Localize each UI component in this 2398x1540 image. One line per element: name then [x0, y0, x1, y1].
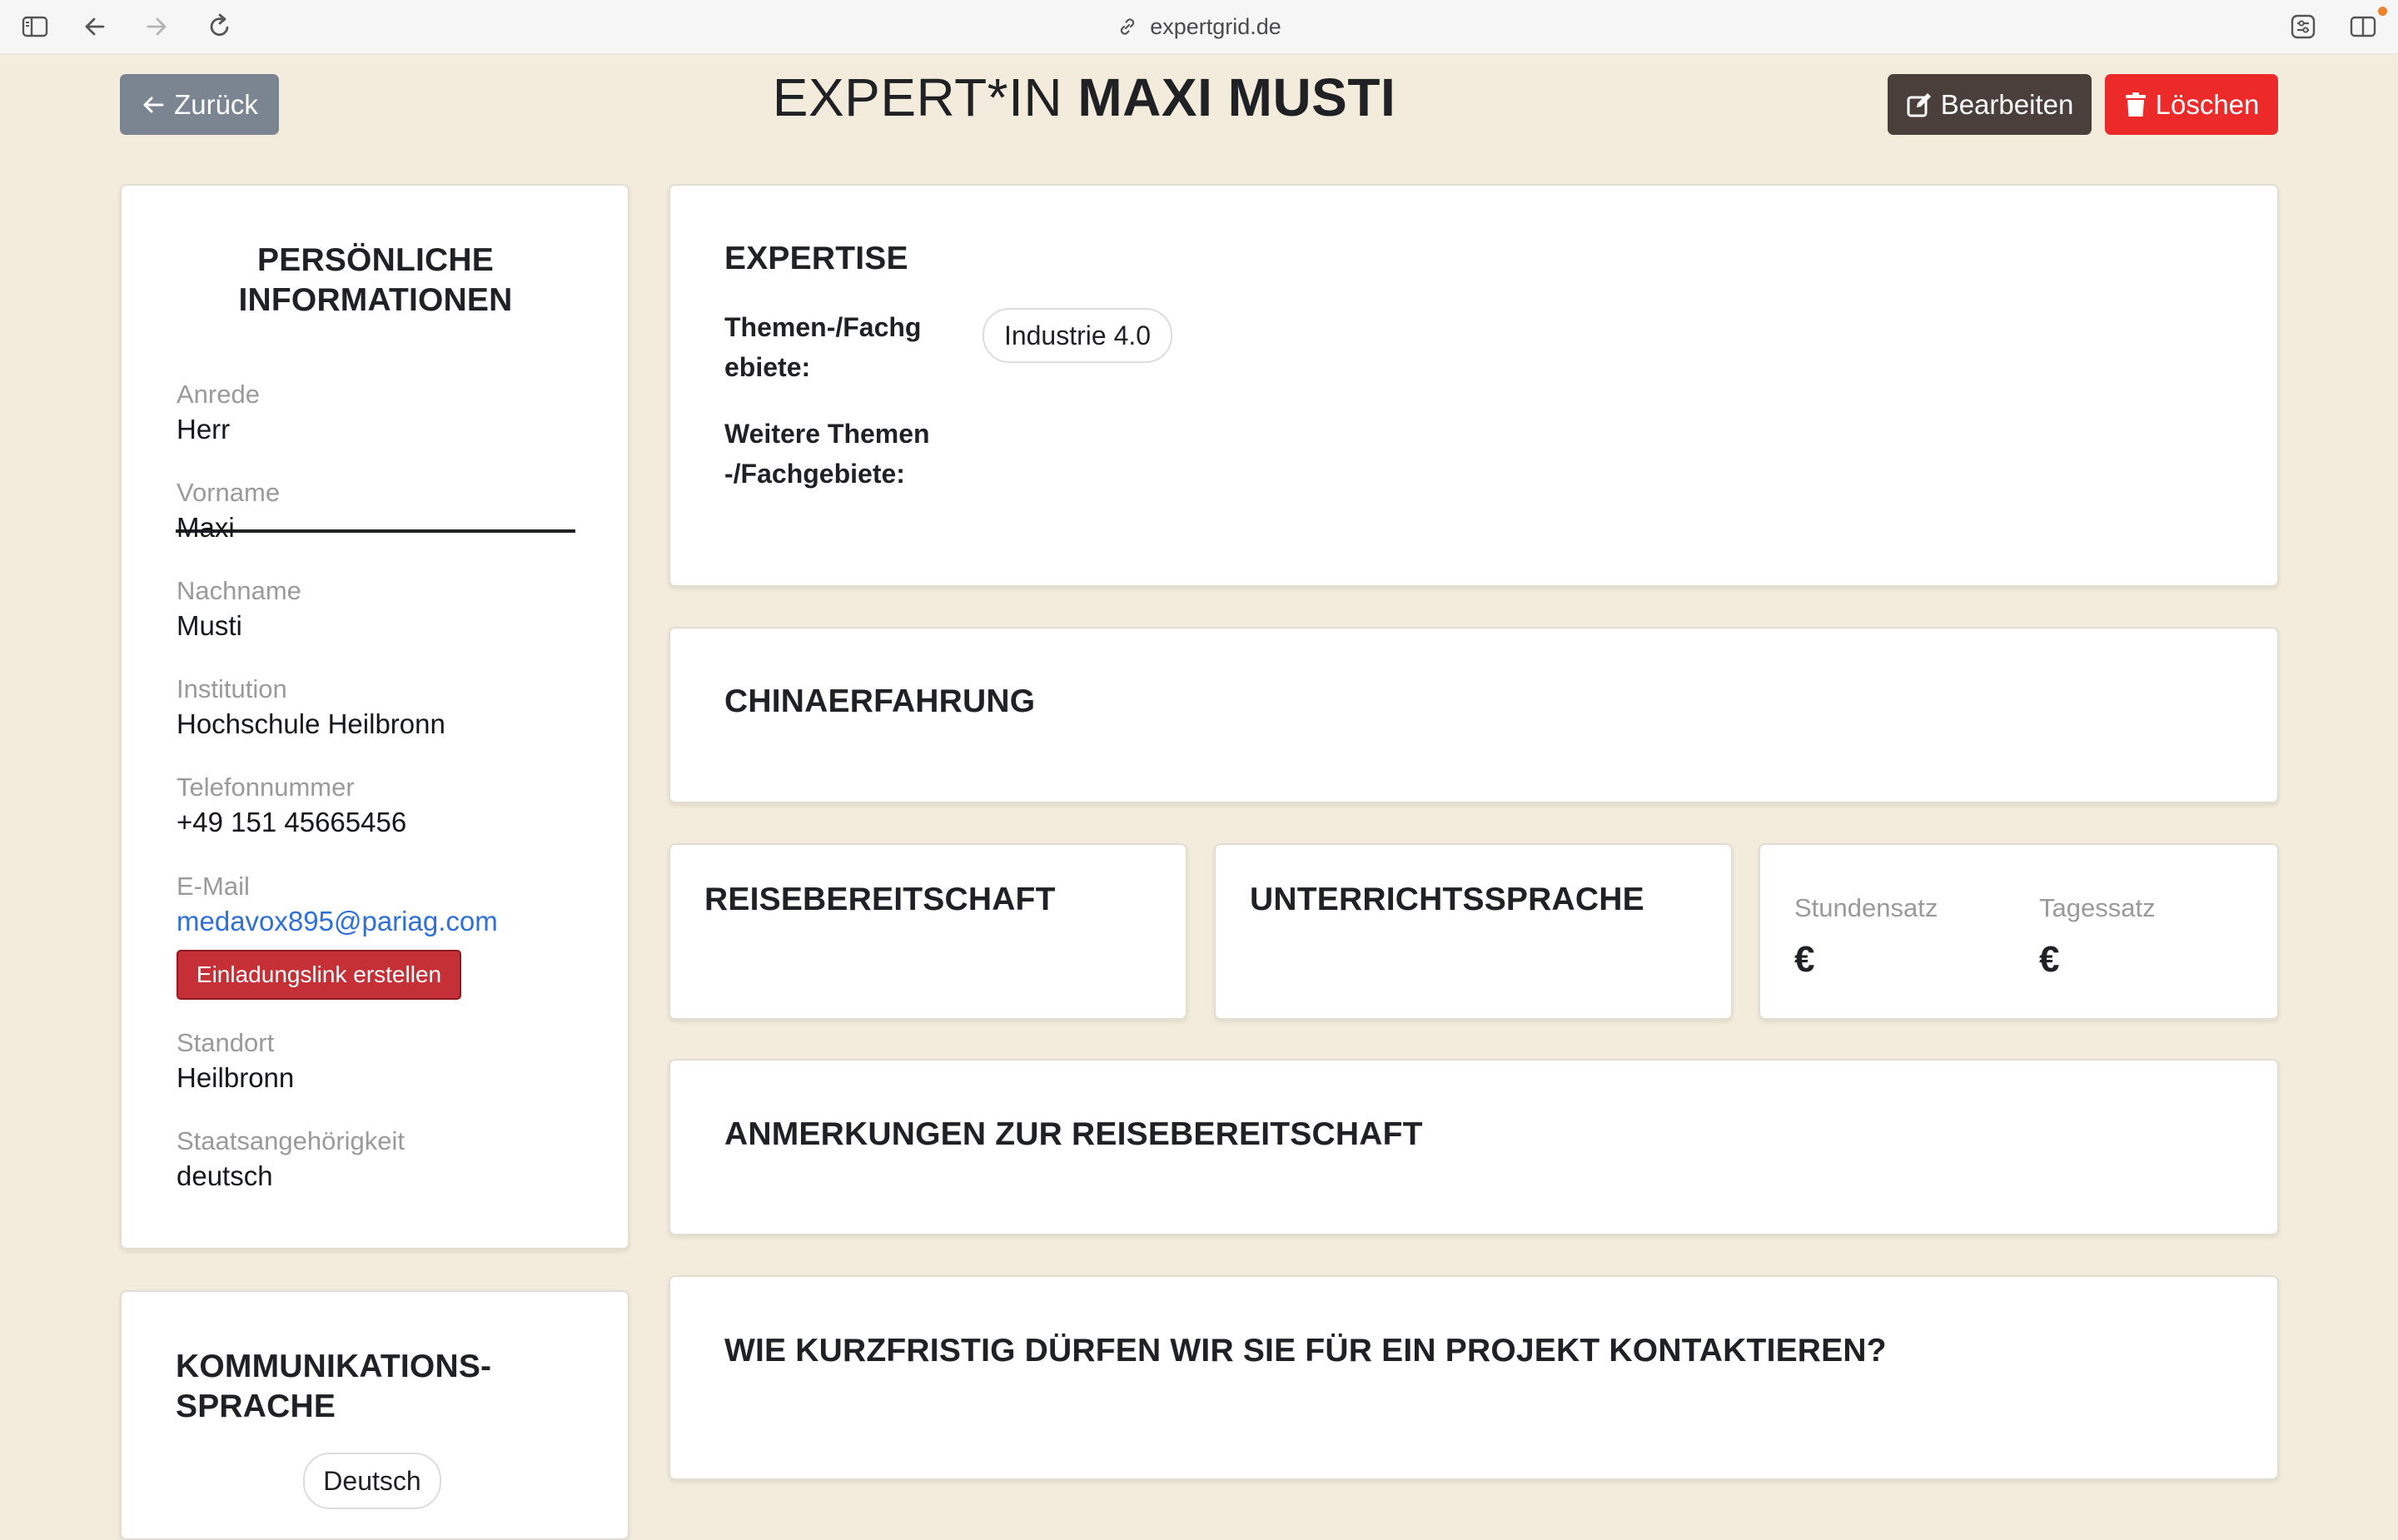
arrow-left-icon[interactable]: [80, 12, 110, 42]
travel-readiness-card: REISEBEREITSCHAFT: [669, 843, 1187, 1020]
china-experience-heading: CHINAERFAHRUNG: [724, 683, 1036, 719]
daily-rate: Tagessatz €: [2039, 892, 2156, 980]
hourly-rate-label: Stundensatz: [1794, 893, 1938, 922]
notification-dot: [2378, 7, 2387, 16]
communication-language-heading: KOMMUNIKATIONS- SPRACHE: [176, 1347, 592, 1427]
expertise-heading: EXPERTISE: [724, 241, 908, 276]
edit-button[interactable]: Bearbeiten: [1888, 74, 2092, 135]
topics-label: Themen-/Fachgebiete:: [724, 312, 922, 382]
language-tag: Deutsch: [303, 1453, 441, 1509]
communication-heading-line1: KOMMUNIKATIONS-: [176, 1349, 492, 1384]
page-title-name: MAXI MUSTI: [1077, 67, 1396, 127]
field-label: Vorname: [177, 478, 281, 507]
field-nationality: Staatsangehörigkeit deutsch: [177, 1125, 405, 1195]
field-label: Institution: [177, 674, 287, 703]
field-value: Hochschule Heilbronn: [177, 708, 445, 739]
china-experience-card: CHINAERFAHRUNG: [669, 627, 2279, 803]
url-text[interactable]: expertgrid.de: [1150, 14, 1281, 40]
email-link[interactable]: medavox895@pariag.com: [177, 903, 498, 940]
address-bar[interactable]: expertgrid.de: [0, 0, 2398, 53]
field-label: Telefonnummer: [177, 772, 355, 802]
reload-icon[interactable]: [205, 12, 235, 42]
travel-notes-heading: ANMERKUNGEN ZUR REISEBEREITSCHAFT: [724, 1116, 1423, 1152]
personal-info-card: PERSÖNLICHE INFORMATIONEN Anrede Herr Vo…: [120, 184, 629, 1249]
page-title: EXPERT*IN MAXI MUSTI: [0, 67, 2168, 128]
expertise-card: EXPERTISE Themen-/Fachgebiete: Industrie…: [669, 184, 2279, 587]
field-value: deutsch: [177, 1160, 273, 1191]
field-location: Standort Heilbronn: [177, 1026, 294, 1096]
daily-rate-value: €: [2039, 939, 2060, 980]
extension-icon[interactable]: [2288, 12, 2318, 42]
arrow-right-icon[interactable]: [142, 12, 172, 42]
create-invite-link-button[interactable]: Einladungslink erstellen: [177, 950, 461, 1000]
field-label: Anrede: [177, 380, 260, 409]
field-first-name: Vorname Maxi: [177, 476, 280, 546]
field-value: Maxi: [177, 512, 235, 543]
trash-icon: [2125, 92, 2146, 117]
field-value: Musti: [177, 610, 242, 641]
teaching-language-heading: UNTERRICHTSSPRACHE: [1250, 882, 1644, 917]
field-email: E-Mail medavox895@pariag.com: [177, 870, 498, 940]
field-label: E-Mail: [177, 872, 250, 901]
rates-card: Stundensatz € Tagessatz €: [1759, 843, 2279, 1020]
delete-button-label: Löschen: [2155, 88, 2260, 120]
field-label: Nachname: [177, 576, 301, 605]
browser-toolbar: expertgrid.de: [0, 0, 2398, 54]
travel-notes-card: ANMERKUNGEN ZUR REISEBEREITSCHAFT: [669, 1059, 2279, 1235]
travel-readiness-heading: REISEBEREITSCHAFT: [704, 882, 1056, 917]
more-topics-label: Weitere Themen-/Fachgebiete:: [724, 419, 930, 489]
page-title-prefix: EXPERT*IN: [772, 67, 1063, 127]
personal-heading-line2: INFORMATIONEN: [238, 282, 513, 318]
field-institution: Institution Hochschule Heilbronn: [177, 673, 445, 743]
link-icon: [1121, 18, 1135, 35]
delete-button[interactable]: Löschen: [2105, 74, 2278, 135]
split-view-icon[interactable]: [2348, 12, 2378, 42]
communication-heading-line2: SPRACHE: [176, 1388, 336, 1424]
hourly-rate-value: €: [1794, 939, 1815, 980]
field-value: Heilbronn: [177, 1062, 295, 1093]
edit-button-label: Bearbeiten: [1940, 88, 2074, 120]
hourly-rate: Stundensatz €: [1794, 892, 1938, 980]
topic-tag: Industrie 4.0: [983, 308, 1172, 363]
short-notice-card: WIE KURZFRISTIG DÜRFEN WIR SIE FÜR EIN P…: [669, 1275, 2279, 1480]
field-label: Staatsangehörigkeit: [177, 1126, 405, 1155]
field-last-name: Nachname Musti: [177, 574, 301, 644]
field-value: Herr: [177, 414, 231, 445]
field-salutation: Anrede Herr: [177, 378, 260, 448]
short-notice-heading: WIE KURZFRISTIG DÜRFEN WIR SIE FÜR EIN P…: [724, 1333, 1887, 1369]
sidebar-icon[interactable]: [20, 12, 50, 42]
field-phone: Telefonnummer +49 151 45665456: [177, 771, 406, 841]
field-value: +49 151 45665456: [177, 807, 407, 837]
personal-info-heading: PERSÖNLICHE INFORMATIONEN: [176, 241, 575, 320]
teaching-language-card: UNTERRICHTSSPRACHE: [1214, 843, 1733, 1020]
daily-rate-label: Tagessatz: [2039, 893, 2156, 922]
field-label: Standort: [177, 1028, 275, 1057]
personal-heading-line1: PERSÖNLICHE: [257, 242, 494, 278]
edit-icon: [1907, 92, 1931, 117]
communication-language-card: KOMMUNIKATIONS- SPRACHE Deutsch: [120, 1290, 629, 1540]
